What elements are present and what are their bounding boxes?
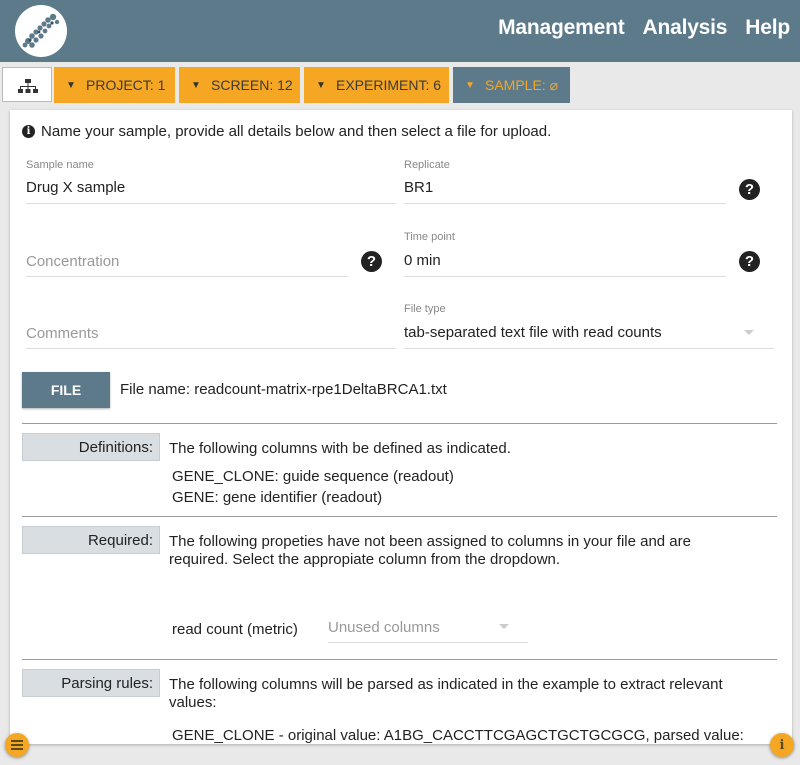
crumb-project[interactable]: ▼ PROJECT: 1 [54,67,175,103]
chevron-down-icon: ▼ [465,79,475,91]
intro-message: Name your sample, provide all details be… [41,123,552,140]
file-type-label: File type [404,303,446,315]
file-type-caret-icon[interactable] [744,330,754,335]
nav-analysis[interactable]: Analysis [643,16,728,40]
hierarchy-button[interactable] [2,67,52,102]
crumb-project-label: PROJECT: 1 [86,77,166,93]
replicate-input[interactable]: BR1 [404,179,433,196]
main-nav: Management Analysis Help [498,16,790,40]
info-icon: i [779,737,785,753]
parsing-rules-tag: Parsing rules: [22,669,160,697]
required-text-line2: required. Select the appropiate column f… [169,551,561,568]
logo-icon [22,13,60,48]
parsing-text-line2: values: [169,694,217,711]
read-count-label: read count (metric) [172,621,298,638]
comments-input[interactable]: Comments [26,325,99,342]
crumb-screen[interactable]: ▼ SCREEN: 12 [179,67,300,103]
column-select-caret-icon[interactable] [499,624,509,629]
sample-form-card: i Name your sample, provide all details … [10,110,792,744]
nav-management[interactable]: Management [498,16,625,40]
time-point-input[interactable]: 0 min [404,252,441,269]
nav-help[interactable]: Help [745,16,790,40]
crumb-sample-label: SAMPLE: ⌀ [485,76,559,93]
divider [22,516,777,517]
menu-icon [11,740,23,750]
replicate-help-icon[interactable]: ? [739,179,760,200]
required-tag: Required: [22,526,160,554]
chevron-down-icon: ▼ [316,79,326,91]
info-button[interactable]: i [770,733,794,757]
column-select[interactable]: Unused columns [328,619,440,636]
required-text-line1: The following propeties have not been as… [169,533,691,550]
chevron-down-icon: ▼ [66,79,76,91]
comments-underline [26,348,396,349]
crumb-screen-label: SCREEN: 12 [211,77,293,93]
parsing-example: GENE_CLONE - original value: A1BG_CACCTT… [172,727,744,744]
concentration-input[interactable]: Concentration [26,253,119,270]
hierarchy-icon [18,79,38,93]
app-header: Management Analysis Help [0,0,800,62]
time-point-label: Time point [404,231,455,243]
menu-button[interactable] [5,733,29,757]
column-select-underline [328,642,528,643]
sample-name-underline [26,203,396,204]
sample-name-input[interactable]: Drug X sample [26,179,125,196]
replicate-label: Replicate [404,159,450,171]
replicate-underline [404,203,726,204]
divider [22,659,777,660]
crumb-experiment[interactable]: ▼ EXPERIMENT: 6 [304,67,449,103]
sample-name-label: Sample name [26,159,94,171]
info-icon: i [22,125,35,138]
divider [22,423,777,424]
concentration-help-icon[interactable]: ? [361,251,382,272]
concentration-underline [26,276,348,277]
file-type-select[interactable]: tab-separated text file with read counts [404,324,662,341]
definitions-text: The following columns with be defined as… [169,440,511,457]
definition-item: GENE_CLONE: guide sequence (readout) [172,468,454,485]
file-name-text: File name: readcount-matrix-rpe1DeltaBRC… [120,381,447,398]
definitions-tag: Definitions: [22,433,160,461]
crumb-experiment-label: EXPERIMENT: 6 [336,77,442,93]
app-logo[interactable] [15,5,67,57]
time-point-underline [404,276,726,277]
file-type-underline [404,348,774,349]
parsing-text-line1: The following columns will be parsed as … [169,676,723,693]
definition-item: GENE: gene identifier (readout) [172,489,383,506]
file-button[interactable]: FILE [22,372,110,408]
crumb-sample[interactable]: ▼ SAMPLE: ⌀ [453,67,570,103]
time-point-help-icon[interactable]: ? [739,251,760,272]
chevron-down-icon: ▼ [191,79,201,91]
intro-text: i Name your sample, provide all details … [22,123,551,140]
